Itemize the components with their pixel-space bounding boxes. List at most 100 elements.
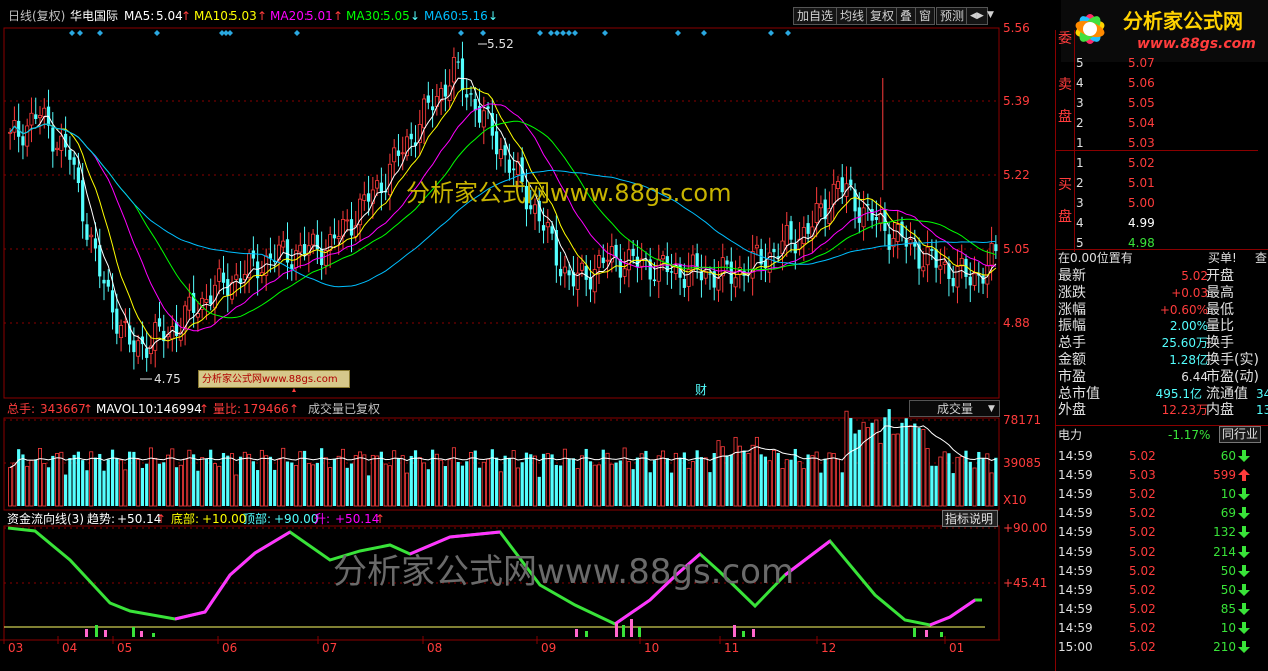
- finance-marker[interactable]: 财: [695, 383, 707, 397]
- volume-bar: [913, 423, 917, 506]
- tick-time-1: 14:59: [1058, 468, 1093, 483]
- candle-body: [481, 110, 486, 128]
- candle-body: [559, 268, 563, 277]
- candle-body: [332, 234, 337, 239]
- candle-body: [635, 256, 640, 267]
- candle-body: [772, 248, 776, 253]
- volume-bar: [157, 463, 162, 506]
- sell-price-5[interactable]: 5.07: [1128, 56, 1155, 70]
- indicator-select[interactable]: 成交量 ▼: [909, 400, 1000, 417]
- arrow-down-icon: [1238, 450, 1250, 462]
- buy-price-2[interactable]: 5.01: [1128, 176, 1155, 190]
- sell-price-1[interactable]: 5.03: [1128, 136, 1155, 150]
- volume-bar: [136, 458, 141, 507]
- volume-bar: [132, 451, 136, 506]
- volume-bar: [234, 474, 239, 507]
- quote-value-0: 5.02: [1181, 269, 1208, 283]
- top-label: 顶部:: [243, 512, 272, 526]
- volume-bar: [238, 456, 243, 506]
- buy-price-3[interactable]: 5.00: [1128, 196, 1155, 210]
- industry-button[interactable]: 同行业: [1219, 426, 1262, 443]
- buy-price-5[interactable]: 4.98: [1128, 236, 1155, 250]
- volume-bar: [771, 450, 776, 507]
- volume-bar: [515, 467, 520, 507]
- volume-bar: [559, 465, 563, 506]
- volume-note: 成交量已复权: [308, 402, 381, 416]
- volume-bar: [545, 453, 550, 507]
- sell-price-3[interactable]: 5.05: [1128, 96, 1155, 110]
- volume-bar: [21, 454, 25, 506]
- date-label-3: 06: [222, 641, 237, 655]
- watermark-main: 分析家公式网www.88gs.com: [406, 179, 732, 207]
- sell-level-3: 3: [1076, 96, 1084, 110]
- volume-bar: [554, 464, 558, 506]
- indicator-help-button[interactable]: 指标说明: [942, 510, 998, 527]
- signal-diamond-icon: [97, 30, 103, 36]
- volume-bar: [404, 472, 409, 507]
- candle-body: [187, 296, 192, 311]
- date-label-7: 10: [644, 641, 659, 655]
- volume-bar: [145, 463, 149, 506]
- order-book: 委卖盘买盘 5 5.07 4 5.06 3 5.05 2 5.04 1 5.03 1 5.02 2 5.01…: [1056, 30, 1268, 265]
- sell-price-2[interactable]: 5.04: [1128, 116, 1155, 130]
- volume-bar: [468, 452, 473, 507]
- volume-bar: [247, 453, 252, 507]
- quote-value-8: 12.23万: [1161, 403, 1208, 418]
- volume-bar: [678, 457, 682, 506]
- candle-body: [690, 254, 695, 272]
- volume-bar: [673, 452, 678, 507]
- candle-body: [98, 245, 102, 277]
- candle-body: [605, 259, 610, 262]
- volume-bar: [840, 472, 844, 506]
- volume-bar: [806, 454, 810, 506]
- volume-header: 总手: 343667 ↑ MAVOL10: 146994 ↑ 量比: 17946…: [0, 400, 1000, 418]
- candle-body: [592, 269, 597, 293]
- quote-label-0: 最新: [1058, 268, 1086, 284]
- quote-value-3: 2.00%: [1169, 319, 1208, 334]
- volume-bar: [550, 454, 554, 506]
- volume-bar: [759, 454, 763, 506]
- buy-side-label-2: 盘: [1058, 209, 1072, 225]
- mavol-label: MAVOL10:: [96, 402, 158, 416]
- query-button[interactable]: 查: [1255, 251, 1267, 265]
- arrow-down-icon: [1238, 545, 1250, 558]
- volume-bar: [353, 455, 358, 507]
- tick-volume-7: 50: [1220, 582, 1236, 597]
- candle-body: [507, 159, 512, 173]
- sell-price-4[interactable]: 5.06: [1128, 76, 1155, 90]
- quote-right-label-3: 量比: [1206, 318, 1234, 335]
- industry-name[interactable]: 电力: [1058, 428, 1082, 442]
- signal-diamond-icon: [675, 30, 681, 36]
- volume-bar: [793, 448, 797, 506]
- volume-bar: [857, 429, 861, 506]
- volume-bar: [498, 471, 503, 507]
- date-label-2: 05: [117, 641, 132, 655]
- arrow-up-icon: [1238, 469, 1250, 482]
- volume-bar: [102, 470, 106, 506]
- buy-level-3: 3: [1076, 196, 1084, 210]
- tick-price-2: 5.02: [1129, 487, 1156, 502]
- volume-bar: [285, 461, 290, 506]
- buy-price-4[interactable]: 4.99: [1128, 216, 1155, 230]
- volume-bars: [8, 409, 998, 507]
- volume-bar: [780, 468, 785, 507]
- volume-bar: [746, 453, 751, 507]
- volume-bar: [311, 464, 316, 507]
- volume-bar: [703, 457, 708, 507]
- candle-body: [793, 243, 797, 254]
- volume-bar: [434, 453, 439, 507]
- volume-bar: [196, 470, 200, 506]
- candle-body: [392, 147, 397, 163]
- flow-bar: [85, 629, 88, 637]
- candle-body: [119, 324, 124, 338]
- signal-diamond-icon: [154, 30, 160, 36]
- volume-bar: [622, 447, 627, 507]
- volume-bar: [294, 465, 299, 507]
- total-volume-arrow: ↑: [83, 402, 94, 416]
- volume-bar: [46, 467, 51, 506]
- buy-order-button[interactable]: 买单!: [1208, 251, 1237, 265]
- volume-bar: [451, 447, 456, 507]
- volume-bar: [895, 433, 900, 507]
- flow-bar: [638, 627, 641, 637]
- buy-price-1[interactable]: 5.02: [1128, 156, 1155, 170]
